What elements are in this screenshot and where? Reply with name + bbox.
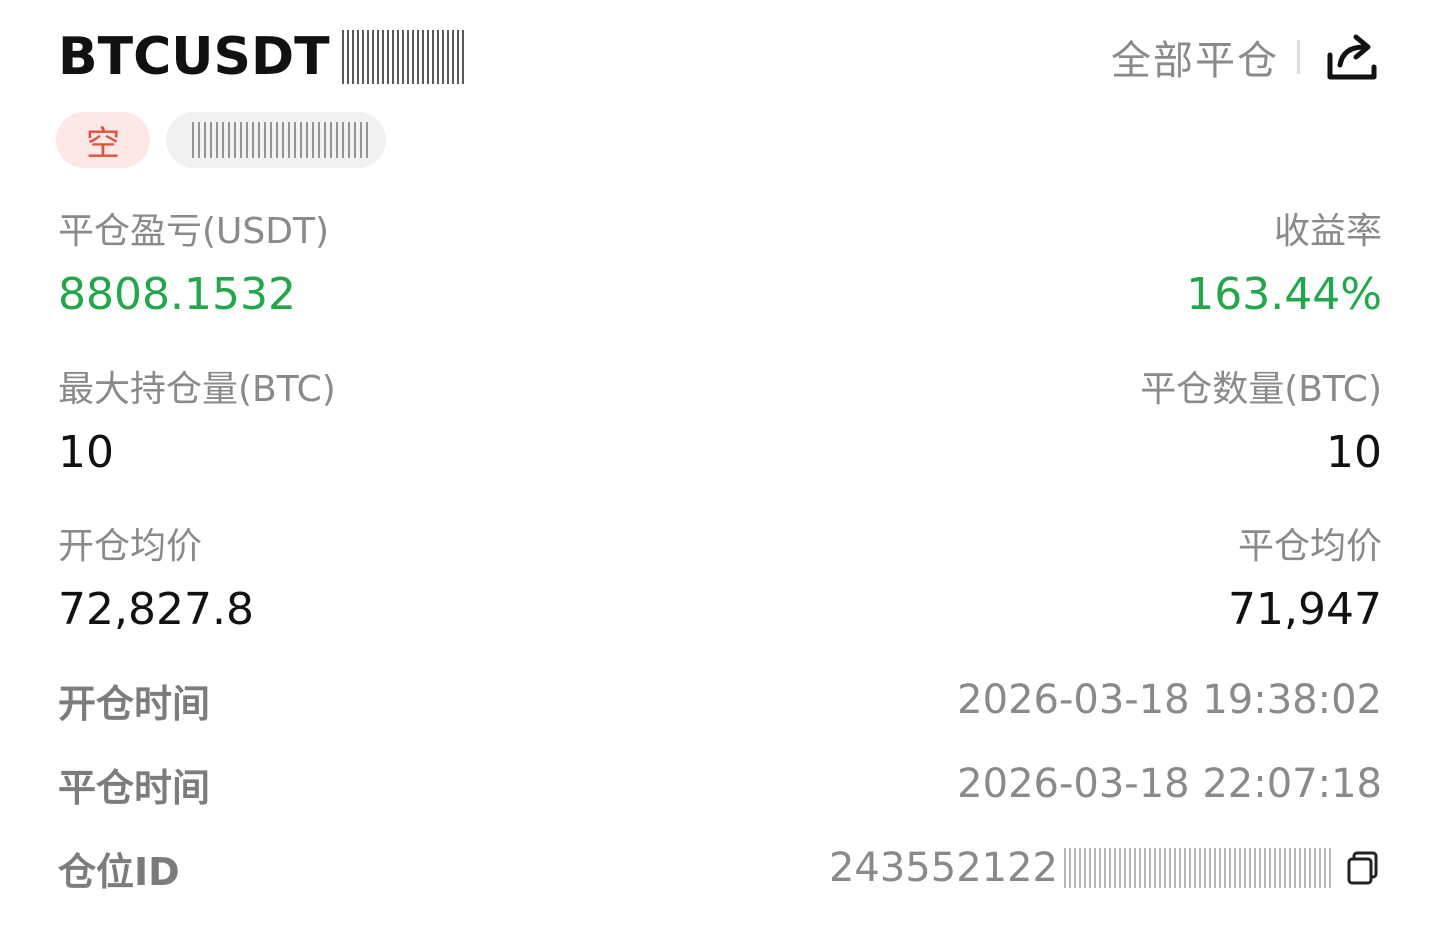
close-all-button[interactable]: 全部平仓 — [1111, 28, 1279, 86]
roi-label: 收益率 — [1273, 211, 1382, 252]
closed-qty-value: 10 — [1326, 427, 1382, 478]
open-avg-block: 开仓均价 72,827.8 — [58, 525, 254, 637]
open-time-label: 开仓时间 — [58, 681, 211, 726]
share-icon[interactable] — [1324, 29, 1380, 85]
open-avg-label: 开仓均价 — [58, 526, 203, 567]
tags-row: 空 — [56, 112, 386, 168]
leverage-tag — [166, 112, 386, 168]
max-position-block: 最大持仓量(BTC) 10 — [58, 368, 336, 480]
open-time-row: 开仓时间 2026-03-18 19:38:02 — [58, 674, 1382, 726]
position-id-label: 仓位ID — [58, 849, 180, 894]
position-id-row: 仓位ID 243552122 — [58, 842, 1382, 894]
position-id-value: 243552122 — [828, 845, 1058, 891]
title-wrap: BTCUSDT — [58, 22, 467, 92]
contract-type-badge — [341, 30, 467, 84]
pnl-label: 平仓盈亏(USDT) — [58, 211, 330, 252]
max-position-label: 最大持仓量(BTC) — [58, 369, 336, 410]
position-id-obscured — [1064, 848, 1334, 888]
pnl-value: 8808.1532 — [58, 269, 296, 320]
roi-value: 163.44% — [1186, 269, 1382, 320]
header-actions: 全部平仓 — [1111, 22, 1380, 92]
close-avg-block: 平仓均价 71,947 — [1228, 525, 1382, 637]
copy-icon[interactable] — [1344, 849, 1382, 887]
close-avg-label: 平仓均价 — [1237, 526, 1382, 567]
direction-tag: 空 — [56, 112, 150, 168]
close-time-label: 平仓时间 — [58, 765, 211, 810]
close-time-value: 2026-03-18 22:07:18 — [957, 761, 1382, 807]
open-avg-value: 72,827.8 — [58, 584, 254, 635]
open-time-value: 2026-03-18 19:38:02 — [957, 677, 1382, 723]
close-avg-value: 71,947 — [1228, 584, 1382, 635]
header: BTCUSDT 全部平仓 — [58, 22, 1380, 92]
pair-title: BTCUSDT — [58, 27, 330, 87]
max-position-value: 10 — [58, 427, 114, 478]
position-id-wrap: 243552122 — [829, 845, 1382, 891]
roi-block: 收益率 163.44% — [1186, 210, 1382, 322]
divider — [1297, 40, 1300, 74]
position-detail-page: BTCUSDT 全部平仓 空 平仓盈亏(USDT) 8808.1532 收益率 … — [0, 0, 1440, 949]
closed-qty-label: 平仓数量(BTC) — [1140, 369, 1382, 410]
pnl-block: 平仓盈亏(USDT) 8808.1532 — [58, 210, 329, 322]
closed-qty-block: 平仓数量(BTC) 10 — [1140, 368, 1382, 480]
close-time-row: 平仓时间 2026-03-18 22:07:18 — [58, 758, 1382, 810]
